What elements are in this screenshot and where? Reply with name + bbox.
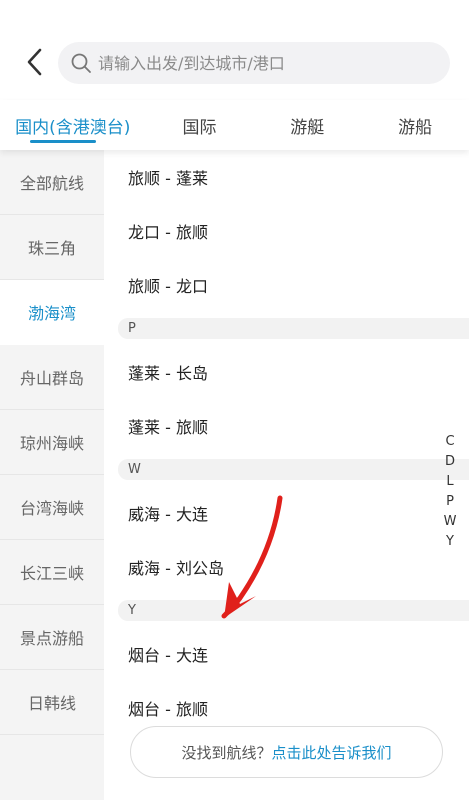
tab-cruise[interactable]: 游船 — [361, 100, 469, 150]
route-item[interactable]: 龙口 - 旅顺 — [104, 204, 469, 258]
sidebar-item-pearl-river-delta[interactable]: 珠三角 — [0, 215, 104, 280]
chevron-left-icon — [27, 48, 42, 76]
feedback-pill: 没找到航线？ 点击此处告诉我们 — [130, 726, 443, 778]
sidebar-item-label: 全部航线 — [19, 174, 84, 193]
section-header-p: P — [118, 318, 469, 339]
sidebar-item-zhoushan-islands[interactable]: 舟山群岛 — [0, 345, 104, 410]
route-label: 旅顺 - 龙口 — [128, 277, 208, 296]
sidebar-item-label: 舟山群岛 — [19, 369, 84, 388]
route-item[interactable]: 旅顺 - 龙口 — [104, 258, 469, 312]
tab-yacht-label: 游艇 — [290, 117, 325, 138]
route-label: 旅顺 - 蓬莱 — [128, 169, 208, 188]
search-box[interactable] — [58, 42, 450, 84]
tab-yacht[interactable]: 游艇 — [253, 100, 361, 150]
back-button[interactable] — [20, 44, 50, 80]
section-letter: Y — [128, 603, 136, 618]
route-label: 烟台 - 大连 — [128, 646, 208, 665]
section-header-y: Y — [118, 600, 469, 621]
route-label: 烟台 - 旅顺 — [128, 700, 208, 719]
route-item[interactable]: 烟台 - 大连 — [104, 627, 469, 681]
route-item[interactable]: 旅顺 - 蓬莱 — [104, 150, 469, 204]
tab-international[interactable]: 国际 — [146, 100, 254, 150]
route-item[interactable]: 威海 - 大连 — [104, 486, 469, 540]
tab-cruise-label: 游船 — [398, 117, 433, 138]
sidebar-item-label: 台湾海峡 — [19, 499, 84, 518]
route-item[interactable]: 蓬莱 - 长岛 — [104, 345, 469, 399]
index-letter-c[interactable]: C — [445, 432, 454, 452]
sidebar-item-label: 日韩线 — [27, 694, 76, 713]
search-input[interactable] — [98, 53, 428, 73]
sidebar-item-sightseeing-boats[interactable]: 景点游船 — [0, 605, 104, 670]
header — [0, 0, 469, 100]
sidebar-item-qiongzhou-strait[interactable]: 琼州海峡 — [0, 410, 104, 475]
feedback-prompt: 没找到航线？ — [181, 743, 272, 762]
category-tabs: 国内(含港澳台) 国际 游艇 游船 — [0, 100, 469, 150]
index-letter-d[interactable]: D — [445, 452, 455, 472]
sidebar-item-bohai-bay[interactable]: 渤海湾 — [0, 280, 104, 345]
route-item[interactable]: 蓬莱 - 旅顺 — [104, 399, 469, 453]
route-label: 蓬莱 - 旅顺 — [128, 418, 208, 437]
tab-international-label: 国际 — [182, 117, 217, 138]
route-label: 蓬莱 - 长岛 — [128, 364, 208, 383]
index-letter-l[interactable]: L — [446, 472, 453, 492]
section-header-w: W — [118, 459, 469, 480]
tab-domestic[interactable]: 国内(含港澳台) — [0, 100, 146, 150]
sidebar-item-japan-korea[interactable]: 日韩线 — [0, 670, 104, 735]
route-label: 龙口 - 旅顺 — [128, 223, 208, 242]
index-letter-p[interactable]: P — [446, 492, 454, 512]
index-letter-y[interactable]: Y — [446, 532, 454, 552]
region-sidebar: 全部航线 珠三角 渤海湾 舟山群岛 琼州海峡 台湾海峡 长江三峡 景点游船 日韩… — [0, 150, 104, 800]
route-label: 威海 - 刘公岛 — [128, 559, 224, 578]
route-item[interactable]: 威海 - 刘公岛 — [104, 540, 469, 594]
sidebar-item-label: 琼州海峡 — [19, 434, 84, 453]
search-icon — [70, 52, 92, 74]
alphabet-index: C D L P W Y — [440, 432, 460, 552]
sidebar-item-label: 长江三峡 — [19, 564, 84, 583]
feedback-link[interactable]: 点击此处告诉我们 — [272, 742, 392, 763]
route-list: 旅顺 - 蓬莱 龙口 - 旅顺 旅顺 - 龙口 P 蓬莱 - 长岛 蓬莱 - 旅… — [104, 150, 469, 800]
sidebar-item-all-routes[interactable]: 全部航线 — [0, 150, 104, 215]
tab-domestic-label: 国内(含港澳台) — [15, 117, 131, 138]
active-tab-indicator — [30, 140, 96, 143]
sidebar-item-label: 珠三角 — [27, 239, 76, 258]
route-label: 威海 - 大连 — [128, 505, 208, 524]
section-letter: W — [128, 462, 141, 477]
sidebar-item-label: 渤海湾 — [27, 304, 76, 323]
sidebar-item-three-gorges[interactable]: 长江三峡 — [0, 540, 104, 605]
index-letter-w[interactable]: W — [444, 512, 457, 532]
section-letter: P — [128, 321, 136, 336]
sidebar-item-taiwan-strait[interactable]: 台湾海峡 — [0, 475, 104, 540]
sidebar-item-label: 景点游船 — [19, 629, 84, 648]
